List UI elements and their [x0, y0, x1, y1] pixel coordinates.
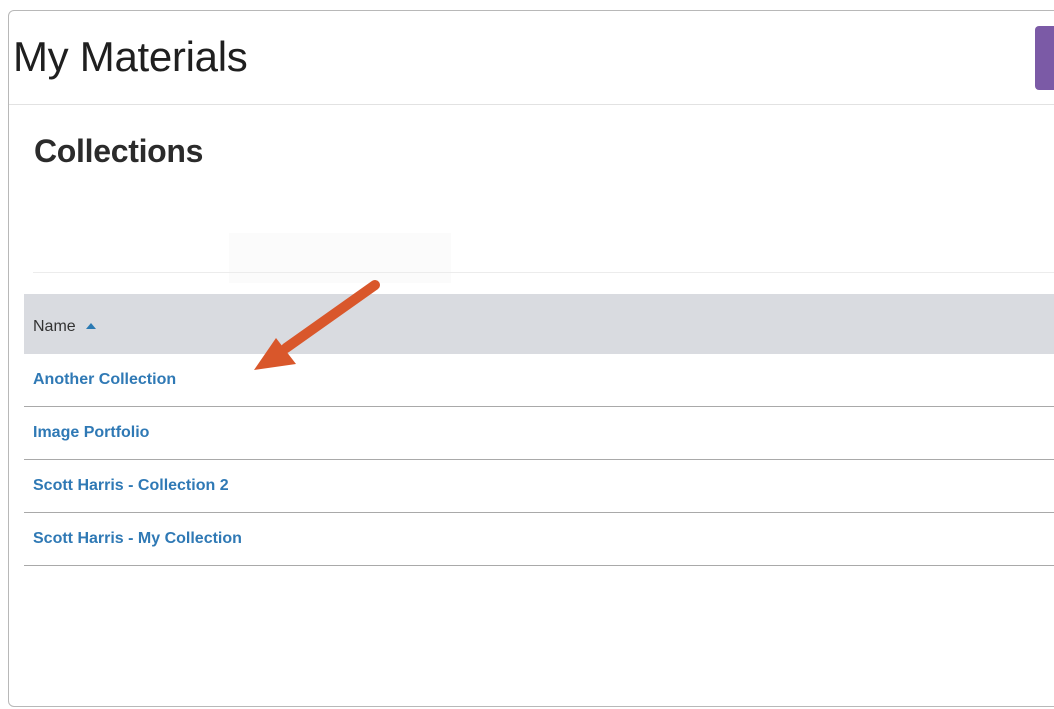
- collections-table: Name Another Collection Image Portfolio …: [24, 294, 1054, 566]
- collection-link[interactable]: Image Portfolio: [33, 424, 149, 442]
- collection-link[interactable]: Another Collection: [33, 371, 176, 389]
- table-row: Scott Harris - My Collection: [24, 513, 1054, 566]
- name-column-header[interactable]: Name: [33, 318, 76, 336]
- table-row: Another Collection: [24, 354, 1054, 407]
- table-row: Image Portfolio: [24, 407, 1054, 460]
- collection-link[interactable]: Scott Harris - Collection 2: [33, 477, 229, 495]
- header-action-button[interactable]: [1035, 26, 1054, 90]
- section-title: Collections: [34, 133, 204, 169]
- table-row: Scott Harris - Collection 2: [24, 460, 1054, 513]
- page-title: My Materials: [13, 33, 248, 80]
- header-divider: [9, 104, 1054, 105]
- toolbar-divider: [33, 272, 1054, 273]
- sort-ascending-icon[interactable]: [85, 322, 96, 329]
- collection-link[interactable]: Scott Harris - My Collection: [33, 530, 242, 548]
- table-header: Name: [24, 294, 1054, 354]
- toolbar-placeholder: [229, 233, 451, 283]
